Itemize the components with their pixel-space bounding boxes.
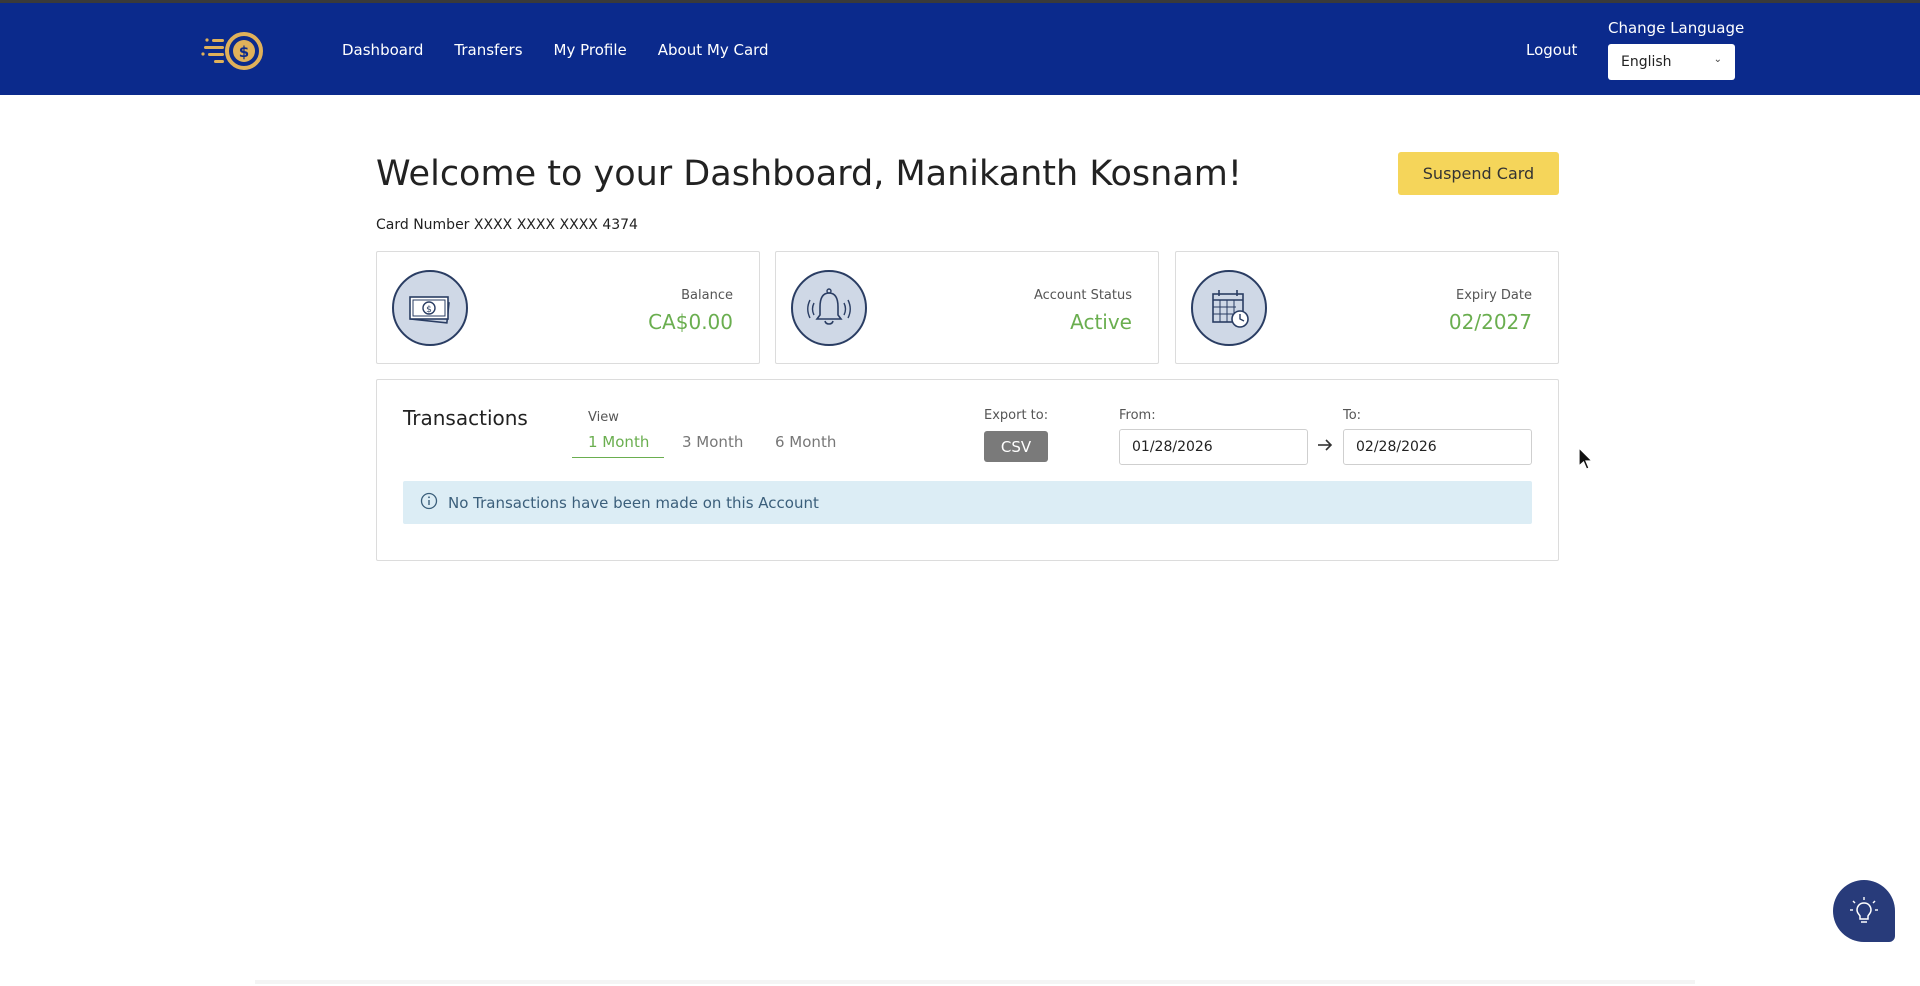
no-transactions-message: No Transactions have been made on this A… (448, 493, 819, 512)
balance-label: Balance (681, 288, 733, 303)
export-label: Export to: (984, 408, 1049, 423)
svg-text:$: $ (239, 43, 249, 61)
chevron-down-icon: ⌄ (1713, 54, 1722, 65)
tab-1-month[interactable]: 1 Month (588, 433, 649, 451)
cash-icon: $ (392, 270, 468, 346)
no-transactions-alert: No Transactions have been made on this A… (403, 481, 1532, 524)
expiry-date-card: Expiry Date 02/2027 (1175, 251, 1559, 364)
dollar-coin-speed-icon[interactable]: $ (200, 29, 266, 73)
tab-3-month[interactable]: 3 Month (682, 433, 743, 451)
mouse-cursor-icon (1578, 446, 1594, 475)
nav-dashboard[interactable]: Dashboard (342, 41, 423, 59)
lightbulb-icon[interactable] (1833, 880, 1895, 942)
navbar: $ Dashboard Transfers My Profile About M… (0, 3, 1920, 95)
svg-text:$: $ (426, 305, 432, 315)
logout-link[interactable]: Logout (1526, 41, 1577, 59)
account-status-card: Account Status Active (775, 251, 1159, 364)
account-status-label: Account Status (1033, 288, 1132, 303)
bell-icon (791, 270, 867, 346)
balance-card: $ Balance CA$0.00 (376, 251, 760, 364)
language-select-value: English (1621, 54, 1672, 70)
language-select[interactable]: English ⌄ (1608, 44, 1735, 80)
view-label: View (588, 410, 619, 425)
expiry-date-label: Expiry Date (1455, 288, 1532, 303)
page-title: Welcome to your Dashboard, Manikanth Kos… (376, 154, 1242, 194)
nav-my-profile[interactable]: My Profile (554, 41, 627, 59)
to-date-field[interactable] (1343, 429, 1532, 465)
balance-value: CA$0.00 (648, 310, 733, 334)
csv-export-button[interactable]: CSV (984, 431, 1048, 462)
account-status-value: Active (1070, 310, 1132, 334)
calendar-clock-icon (1191, 270, 1267, 346)
from-label: From: (1119, 408, 1156, 423)
suspend-card-button[interactable]: Suspend Card (1398, 152, 1559, 195)
footer-divider (255, 980, 1695, 984)
nav-transfers[interactable]: Transfers (454, 41, 522, 59)
from-date-field[interactable] (1119, 429, 1308, 465)
nav-about-my-card[interactable]: About My Card (658, 41, 769, 59)
to-label: To: (1343, 408, 1362, 423)
tab-6-month[interactable]: 6 Month (775, 433, 836, 451)
transactions-panel: Transactions View 1 Month 3 Month 6 Mont… (376, 379, 1559, 561)
arrow-right-icon (1317, 436, 1333, 457)
expiry-date-value: 02/2027 (1448, 310, 1532, 334)
info-icon (420, 492, 438, 514)
active-tab-underline (572, 457, 664, 458)
main-nav: Dashboard Transfers My Profile About My … (342, 41, 800, 59)
change-language-label: Change Language (1608, 19, 1745, 37)
card-number: Card Number XXXX XXXX XXXX 4374 (376, 217, 638, 233)
transactions-title: Transactions (403, 406, 528, 430)
